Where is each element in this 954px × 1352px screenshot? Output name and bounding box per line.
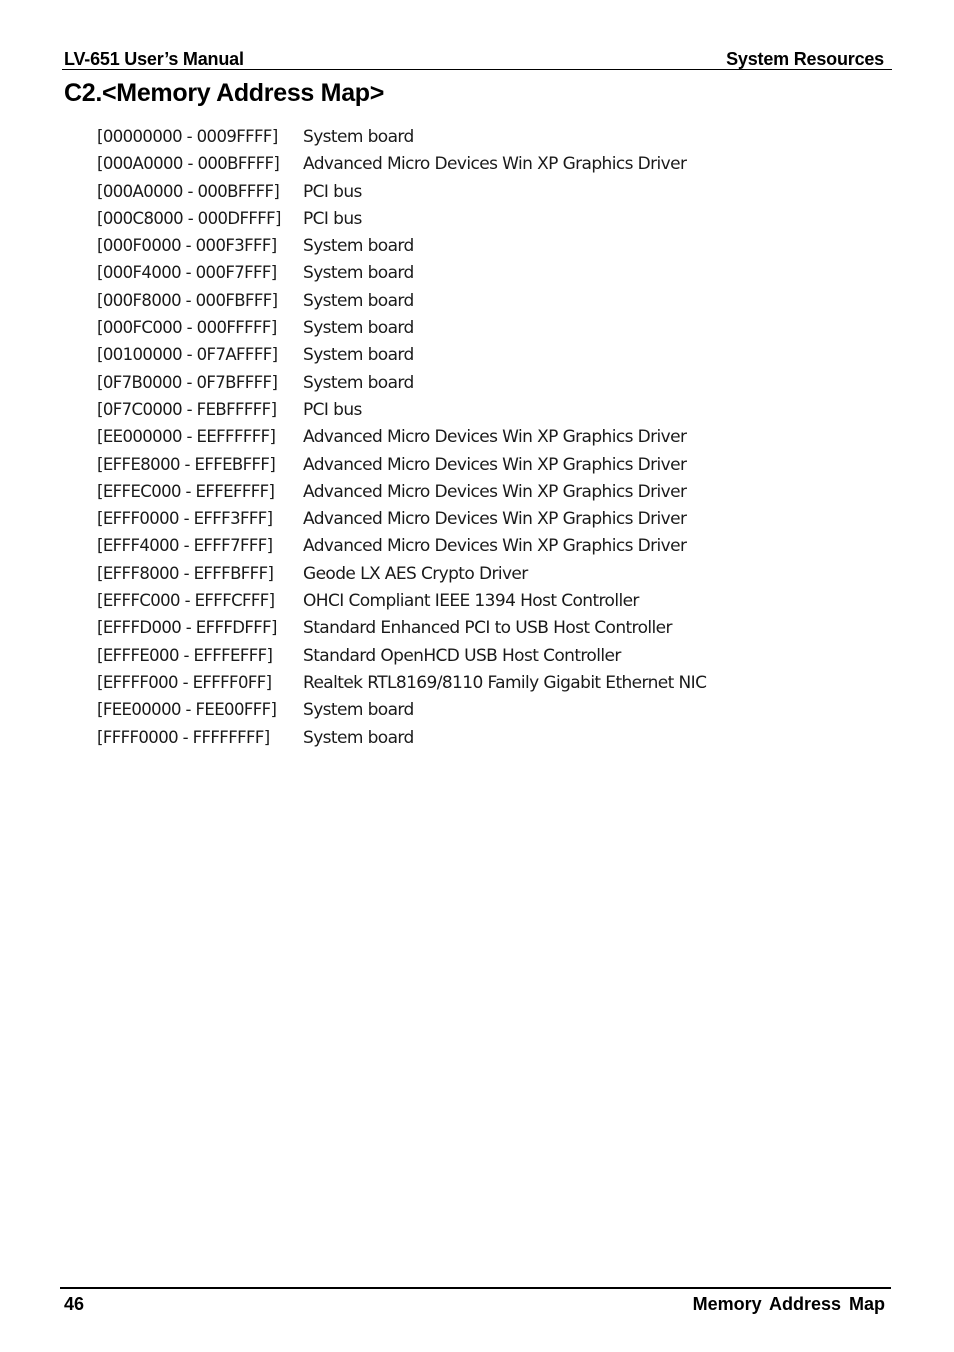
page-number: 46 (64, 1294, 85, 1314)
memory-map-row: [0F7C0000 - FEBFFFFF] PCI bus (97, 396, 706, 423)
device-name: System board (303, 263, 414, 284)
device-name: System board (303, 345, 414, 366)
device-name: Advanced Micro Devices Win XP Graphics D… (303, 536, 687, 557)
address-range: [EFFE8000 - EFFEBFFF] (97, 454, 276, 474)
memory-map-row: [EFFF4000 - EFFF7FFF] Advanced Micro Devi… (97, 532, 706, 559)
device-name: Advanced Micro Devices Win XP Graphics D… (303, 454, 687, 475)
device-name: OHCI Compliant IEEE 1394 Host Controller (303, 591, 639, 612)
address-range: [000F8000 - 000FBFFF] (97, 290, 278, 310)
address-range: [EFFF4000 - EFFF7FFF] (97, 536, 273, 556)
manual-title: LV-651 User’s Manual (64, 49, 244, 69)
memory-map-row: [0F7B0000 - 0F7BFFFF] System board (97, 369, 706, 396)
device-name: System board (303, 372, 414, 393)
address-range: [000A0000 - 000BFFFF] (97, 181, 280, 201)
device-name: System board (303, 727, 414, 748)
address-range: [EFFF0000 - EFFF3FFF] (97, 509, 273, 529)
memory-map-row: [000FC000 - 000FFFFF] System board (97, 314, 706, 341)
memory-map-row: [000A0000 - 000BFFFF] Advanced Micro Devi… (97, 150, 706, 177)
memory-map-row: [EFFFE000 - EFFFEFFF] Standard OpenHCD US… (97, 642, 706, 669)
address-range: [000A0000 - 000BFFFF] (97, 154, 280, 174)
address-range: [000FC000 - 000FFFFF] (97, 318, 277, 338)
memory-map-row: [EFFE8000 - EFFEBFFF] Advanced Micro Devi… (97, 451, 706, 478)
address-range: [EFFFF000 - EFFFF0FF] (97, 672, 272, 692)
memory-map-row: [00100000 - 0F7AFFFF] System board (97, 341, 706, 368)
address-range: [000F0000 - 000F3FFF] (97, 236, 277, 256)
device-name: Standard OpenHCD USB Host Controller (303, 645, 621, 666)
device-name: Geode LX AES Crypto Driver (303, 563, 528, 584)
memory-map-row: [000F8000 - 000FBFFF] System board (97, 287, 706, 314)
device-name: Advanced Micro Devices Win XP Graphics D… (303, 427, 687, 448)
memory-map-row: [EFFFF000 - EFFFF0FF] Realtek RTL8169/811… (97, 669, 707, 696)
device-name: PCI bus (303, 399, 362, 420)
memory-map-row: [000F4000 - 000F7FFF] System board (97, 259, 706, 286)
address-range: [000F4000 - 000F7FFF] (97, 263, 277, 283)
chapter-title: System Resources (726, 49, 884, 69)
memory-map-row: [EFFF0000 - EFFF3FFF] Advanced Micro Devi… (97, 505, 706, 532)
device-name: System board (303, 318, 414, 339)
address-range: [00000000 - 0009FFFF] (97, 127, 278, 146)
address-range: [0F7B0000 - 0F7BFFFF] (97, 372, 278, 392)
address-range: [EE000000 - EEFFFFFF] (97, 427, 276, 447)
memory-map-row: [FFFF0000 - FFFFFFFF] System board (97, 724, 706, 751)
address-range: [000C8000 - 000DFFFF] (97, 208, 281, 228)
device-name: Realtek RTL8169/8110 Family Gigabit Ethe… (303, 672, 707, 693)
device-name: PCI bus (303, 181, 362, 202)
memory-map-row: [00000000 - 0009FFFF] System board (97, 123, 706, 150)
device-name: System board (303, 700, 414, 721)
footer-section-title: Memory Address Map (692, 1294, 885, 1314)
address-range: [EFFEC000 - EFFEFFFF] (97, 481, 275, 501)
section-title: C2.<Memory Address Map> (64, 79, 385, 107)
address-range: [EFFFE000 - EFFFEFFF] (97, 645, 273, 665)
device-name: Standard Enhanced PCI to USB Host Contro… (303, 618, 672, 639)
address-range: [FFFF0000 - FFFFFFFF] (97, 727, 270, 747)
address-range: [EFFFD000 - EFFFDFFF] (97, 618, 277, 638)
device-name: Advanced Micro Devices Win XP Graphics D… (303, 154, 687, 175)
address-range: [FEE00000 - FEE00FFF] (97, 700, 277, 720)
device-name: System board (303, 236, 414, 257)
memory-map-row: [000A0000 - 000BFFFF] PCI bus (97, 178, 706, 205)
memory-map-row: [EFFFC000 - EFFFCFFF] OHCI Compliant IEEE… (97, 587, 706, 614)
address-range: [EFFF8000 - EFFFBFFF] (97, 563, 274, 583)
device-name: Advanced Micro Devices Win XP Graphics D… (303, 509, 687, 530)
device-name: System board (303, 127, 414, 147)
memory-map-row: [EE000000 - EEFFFFFF] Advanced Micro Devi… (97, 423, 706, 450)
memory-map-row: [FEE00000 - FEE00FFF] System board (97, 696, 706, 723)
address-range: [00100000 - 0F7AFFFF] (97, 345, 278, 365)
memory-address-list: [00000000 - 0009FFFF] System board [000A00… (97, 123, 707, 751)
memory-map-row: [EFFF8000 - EFFFBFFF] Geode LX AES Crypto… (97, 560, 706, 587)
device-name: Advanced Micro Devices Win XP Graphics D… (303, 481, 687, 502)
device-name: PCI bus (303, 208, 362, 229)
memory-map-row: [EFFEC000 - EFFEFFFF] Advanced Micro Devi… (97, 478, 706, 505)
memory-map-row: [000F0000 - 000F3FFF] System board (97, 232, 706, 259)
device-name: System board (303, 290, 414, 311)
address-range: [0F7C0000 - FEBFFFFF] (97, 399, 277, 419)
address-range: [EFFFC000 - EFFFCFFF] (97, 591, 275, 611)
page-header: LV-651 User’s Manual System Resources (62, 48, 892, 70)
memory-map-row: [EFFFD000 - EFFFDFFF] Standard Enhanced P… (97, 614, 706, 641)
page-footer: 46 Memory Address Map (60, 1287, 891, 1314)
memory-map-row: [000C8000 - 000DFFFF] PCI bus (97, 205, 706, 232)
